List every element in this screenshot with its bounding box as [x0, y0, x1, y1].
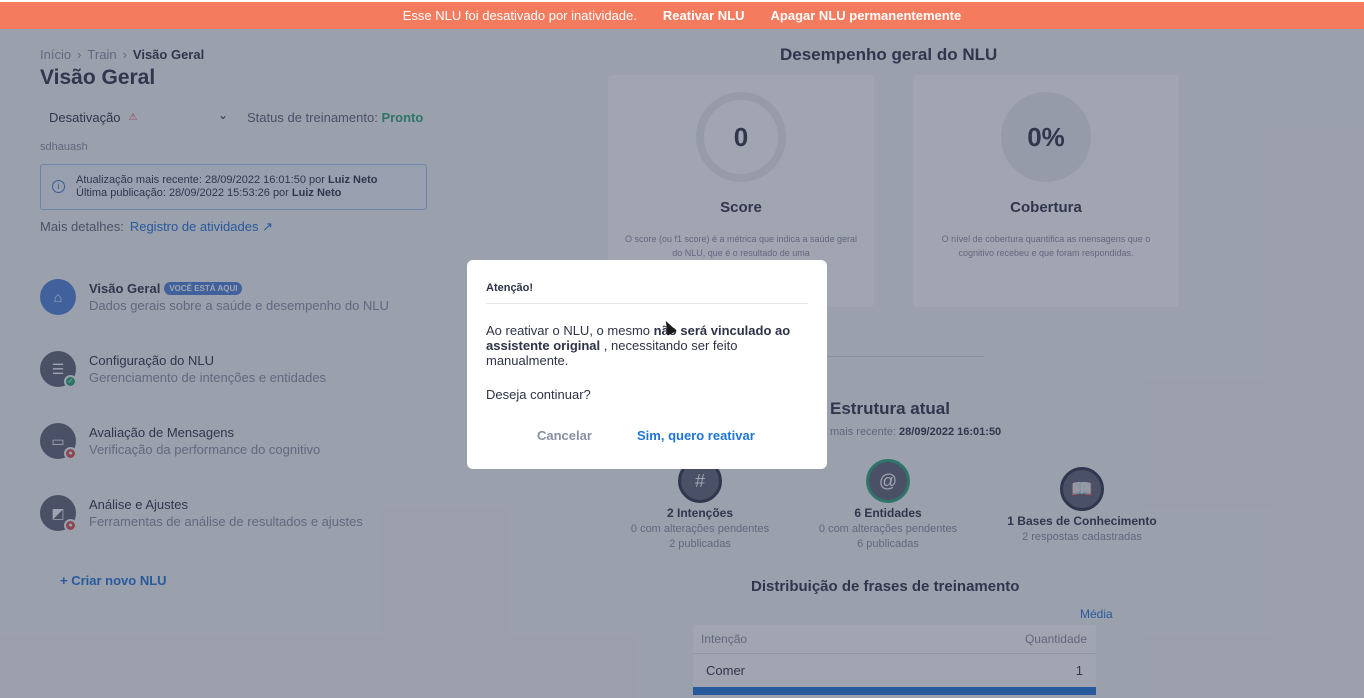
- dialog-question: Deseja continuar?: [486, 387, 591, 402]
- confirm-reactivate-button[interactable]: Sim, quero reativar: [637, 428, 755, 443]
- delete-nlu-link[interactable]: Apagar NLU permanentemente: [771, 8, 962, 23]
- dialog-divider: [486, 303, 808, 304]
- inactivity-banner: Esse NLU foi desativado por inatividade.…: [0, 2, 1364, 29]
- reactivate-confirm-dialog: Atenção! Ao reativar o NLU, o mesmo não …: [467, 260, 827, 469]
- banner-message: Esse NLU foi desativado por inatividade.: [402, 8, 637, 23]
- dialog-message: Ao reativar o NLU, o mesmo não será vinc…: [486, 323, 804, 368]
- dialog-title: Atenção!: [486, 282, 534, 294]
- reactivate-nlu-link[interactable]: Reativar NLU: [663, 8, 745, 23]
- cancel-button[interactable]: Cancelar: [537, 428, 592, 443]
- dialog-message-part1: Ao reativar o NLU, o mesmo: [486, 323, 651, 338]
